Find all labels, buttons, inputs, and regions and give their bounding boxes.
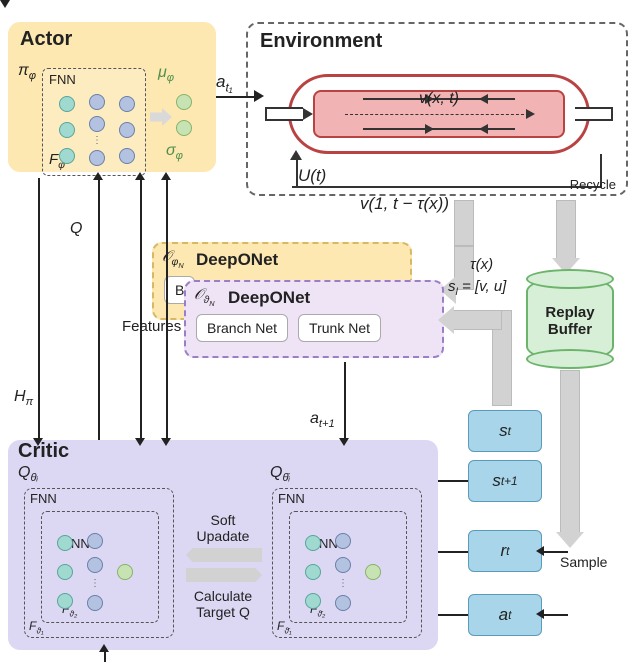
branch-net-pill: Branch Net (196, 314, 288, 342)
buffer-to-sample-arrow (560, 370, 580, 536)
sample-to-at-arrow (542, 614, 568, 616)
mu-symbol: μφ (158, 64, 174, 84)
action-arrow (216, 96, 258, 98)
F1-label: Fϑ₁ (29, 619, 44, 635)
trunk-net-pill: Trunk Net (298, 314, 381, 342)
deeponet-title: DeepONet (228, 288, 432, 308)
calc-target-label: CalculateTarget Q (180, 588, 266, 620)
Hpi-line (38, 178, 40, 440)
features-line-1 (140, 178, 142, 440)
tau-label: τ(x) (470, 256, 493, 273)
env-to-sl-arrow (454, 200, 474, 246)
critic-fnn-1: FNN FNN Fϑ₂ Fϑ₁ ⋮ (24, 488, 174, 638)
fnn-label: FNN (278, 491, 305, 506)
actor-title: Actor (20, 28, 72, 51)
exchange-arrow-left-icon (186, 548, 262, 562)
actor-panel: Actor πφ FNN Fφ ⋮ μφ σφ (8, 22, 216, 172)
exchange-arrow-right-icon (186, 568, 262, 582)
fnn-label: FNN (30, 491, 57, 506)
vxt-label: v(x, t) (417, 90, 461, 108)
features-label: Features (122, 318, 181, 335)
state-at: at (468, 594, 542, 636)
sl-label: sl = [v, u] (448, 278, 506, 298)
arrow-head-left-icon (438, 306, 454, 334)
action-arrow-head-icon (254, 90, 264, 102)
deeponet-O: 𝒪ϑN (194, 286, 215, 308)
Ut-label: U(t) (298, 166, 326, 186)
critic-target-nn-icon: ⋮ (303, 529, 391, 615)
critic-title: Critic (18, 440, 69, 463)
critic-nn-icon: ⋮ (55, 529, 143, 615)
arrow-head-down-icon (556, 532, 584, 548)
Q-label: Q (70, 220, 82, 238)
env-to-buffer-arrow (556, 200, 576, 262)
actor-output-neurons (176, 94, 192, 136)
F1bar-label: Fϑ̄₁ (277, 619, 292, 635)
at1plus-line (344, 362, 346, 440)
Qthetabar-label: Qθ̄ᵢ (270, 464, 290, 484)
actor-nn-icon: ⋮ (57, 91, 137, 169)
critic-fnn-2: FNN FNN Fϑ̄₂ Fϑ̄₁ ⋮ (272, 488, 422, 638)
replay-buffer-label: ReplayBuffer (528, 304, 612, 338)
state-rt: rt (468, 530, 542, 572)
Q-line (98, 178, 100, 440)
sample-to-rt-arrow (542, 551, 568, 553)
sample-label: Sample (560, 554, 607, 570)
actor-output-arrow-icon (150, 108, 172, 126)
state-st: st (468, 410, 542, 452)
Hpi-label: Hπ (14, 388, 33, 408)
deeponet-back-title: DeepONet (196, 250, 400, 270)
features-line-2 (166, 178, 168, 440)
state-st1: st+1 (468, 460, 542, 502)
actor-policy-symbol: πφ (18, 62, 36, 82)
at1plus-label: at+1 (310, 410, 335, 430)
reactor-icon: v(x, t) (288, 74, 590, 154)
v1t-label: v(1, t − τ(x)) (360, 194, 449, 214)
deeponet-panel: 𝒪ϑN DeepONet Branch Net Trunk Net (184, 280, 444, 358)
Qtheta-label: Qθᵢ (18, 464, 38, 484)
sigma-symbol: σφ (166, 142, 183, 162)
soft-update-label: SoftUpadate (180, 512, 266, 544)
env-title: Environment (260, 30, 382, 53)
critic-panel: Critic Qθᵢ Qθ̄ᵢ FNN FNN Fϑ₂ Fϑ₁ ⋮ FNN FN… (8, 440, 438, 650)
replay-buffer: ReplayBuffer (526, 276, 614, 362)
fnn-label: FNN (49, 72, 76, 87)
environment-panel: Environment v(x, t) U(t) Recycle (246, 22, 628, 196)
actor-fnn-box: FNN Fφ ⋮ (42, 68, 146, 176)
recycle-label: Recycle (570, 177, 616, 192)
action-label: at₁ (216, 72, 233, 94)
